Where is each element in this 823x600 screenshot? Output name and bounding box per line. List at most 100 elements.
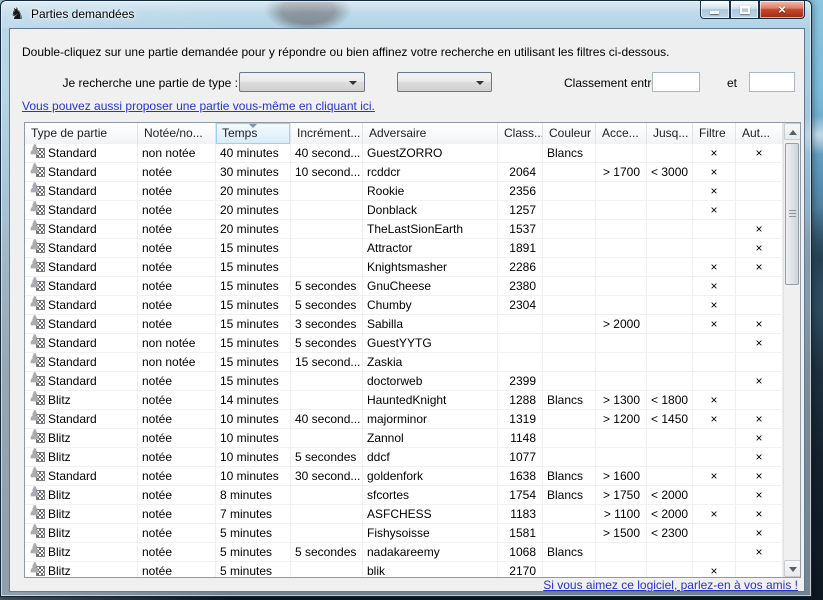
column-header-temps[interactable]: Temps <box>216 123 291 144</box>
cell-noteno: notée <box>138 467 216 485</box>
table-row[interactable]: ♟Blitznotée10 minutes5 secondesddcf1077× <box>25 448 785 467</box>
column-header-typedepartie[interactable]: Type de partie <box>25 123 138 144</box>
cell-jusq: < 2000 <box>647 505 693 523</box>
scroll-up-button[interactable] <box>784 123 801 140</box>
cell-acce <box>596 258 647 276</box>
cell-couleur <box>543 448 596 466</box>
column-header-label: Aut... <box>742 126 770 140</box>
rating-max-input[interactable] <box>749 72 795 92</box>
table-row[interactable]: ♟Standardnon notée15 minutes5 secondesGu… <box>25 334 785 353</box>
cell-noteno: notée <box>138 372 216 390</box>
table-row[interactable]: ♟Standardnotée20 minutesRookie2356× <box>25 182 785 201</box>
table-row[interactable]: ♟Standardnotée15 minutesdoctorweb2399× <box>25 372 785 391</box>
game-type-dropdown[interactable] <box>239 72 365 92</box>
table-row[interactable]: ♟Standardnotée20 minutesTheLastSionEarth… <box>25 220 785 239</box>
table-row[interactable]: ♟Blitznotée5 minutesblik2170× <box>25 562 785 578</box>
cell-class: 1754 <box>498 486 543 504</box>
cell-jusq <box>647 372 693 390</box>
cell-typedepartie: ♟Standard <box>25 258 138 276</box>
column-header-jusq[interactable]: Jusq... <box>647 123 693 144</box>
cell-class <box>498 353 543 371</box>
cell-temps: 10 minutes <box>216 467 291 485</box>
table-row[interactable]: ♟Standardnotée30 minutes10 second...rcdd… <box>25 163 785 182</box>
cell-temps: 15 minutes <box>216 239 291 257</box>
cell-noteno: notée <box>138 429 216 447</box>
column-header-incrment[interactable]: Incrément... <box>291 123 363 144</box>
table-row[interactable]: ♟Standardnotée10 minutes30 second...gold… <box>25 467 785 486</box>
table-row[interactable]: ♟Standardnotée15 minutes5 secondesChumby… <box>25 296 785 315</box>
scroll-down-button[interactable] <box>784 560 801 577</box>
column-header-adversaire[interactable]: Adversaire <box>363 123 498 144</box>
cell-couleur <box>543 524 596 542</box>
cell-temps: 7 minutes <box>216 505 291 523</box>
cell-couleur: Blancs <box>543 391 596 409</box>
column-header-noteno[interactable]: Notée/no... <box>138 123 216 144</box>
cell-temps: 5 minutes <box>216 524 291 542</box>
cell-aut <box>736 562 783 578</box>
column-header-label: Filtre <box>699 126 726 140</box>
cell-class: 1183 <box>498 505 543 523</box>
pawn-chessboard-icon: ♟ <box>29 469 45 483</box>
cell-typedepartie: ♟Blitz <box>25 429 138 447</box>
cell-class: 1077 <box>498 448 543 466</box>
cell-couleur <box>543 410 596 428</box>
share-link[interactable]: Si vous aimez ce logiciel, parlez-en à v… <box>543 578 798 592</box>
cell-typedepartie: ♟Standard <box>25 239 138 257</box>
rating-min-input[interactable] <box>652 72 700 92</box>
titlebar[interactable]: ♞ Parties demandées × <box>1 1 811 28</box>
cell-class: 2399 <box>498 372 543 390</box>
scrollbar-thumb[interactable] <box>785 143 799 285</box>
table-row[interactable]: ♟Blitznotée14 minutesHauntedKnight1288Bl… <box>25 391 785 410</box>
secondary-dropdown[interactable] <box>397 72 492 92</box>
table-row[interactable]: ♟Standardnon notée15 minutes15 second...… <box>25 353 785 372</box>
column-header-acce[interactable]: Acce... <box>596 123 647 144</box>
cell-typedepartie: ♟Standard <box>25 163 138 181</box>
cell-aut: × <box>736 448 783 466</box>
cell-typedepartie: ♟Standard <box>25 410 138 428</box>
minimize-button[interactable] <box>700 1 730 19</box>
table-row[interactable]: ♟Standardnon notée40 minutes40 second...… <box>25 144 785 163</box>
cell-couleur: Blancs <box>543 144 596 162</box>
cell-couleur <box>543 353 596 371</box>
table-row[interactable]: ♟Standardnotée20 minutesDonblack1257× <box>25 201 785 220</box>
column-header-filtre[interactable]: Filtre <box>693 123 736 144</box>
close-button[interactable]: × <box>759 1 805 19</box>
table-row[interactable]: ♟Standardnotée10 minutes40 second...majo… <box>25 410 785 429</box>
table-row[interactable]: ♟Blitznotée8 minutessfcortes1754Blancs> … <box>25 486 785 505</box>
cell-filtre: × <box>693 201 736 219</box>
cell-typedepartie: ♟Standard <box>25 467 138 485</box>
table-row[interactable]: ♟Standardnotée15 minutes5 secondesGnuChe… <box>25 277 785 296</box>
cell-incrment: 5 secondes <box>291 334 363 352</box>
column-header-class[interactable]: Class... <box>498 123 543 144</box>
table-row[interactable]: ♟Blitznotée10 minutesZannol1148× <box>25 429 785 448</box>
cell-acce <box>596 543 647 561</box>
propose-game-link[interactable]: Vous pouvez aussi proposer une partie vo… <box>22 99 375 113</box>
cell-aut: × <box>736 410 783 428</box>
table-row[interactable]: ♟Standardnotée15 minutesAttractor1891× <box>25 239 785 258</box>
cell-acce <box>596 296 647 314</box>
table-row[interactable]: ♟Blitznotée5 minutesFishysoisse1581> 150… <box>25 524 785 543</box>
cell-jusq <box>647 296 693 314</box>
cell-aut <box>736 353 783 371</box>
column-header-aut[interactable]: Aut... <box>736 123 783 144</box>
pawn-chessboard-icon: ♟ <box>29 393 45 407</box>
maximize-button[interactable] <box>730 1 759 19</box>
column-header-couleur[interactable]: Couleur <box>543 123 596 144</box>
pawn-chessboard-icon: ♟ <box>29 260 45 274</box>
cell-adversaire: ddcf <box>363 448 498 466</box>
cell-temps: 10 minutes <box>216 410 291 428</box>
cell-incrment <box>291 239 363 257</box>
cell-jusq <box>647 144 693 162</box>
cell-typedepartie: ♟Blitz <box>25 524 138 542</box>
table-row[interactable]: ♟Standardnotée15 minutes3 secondesSabill… <box>25 315 785 334</box>
cell-filtre <box>693 353 736 371</box>
table-row[interactable]: ♟Blitznotée5 minutes5 secondesnadakareem… <box>25 543 785 562</box>
cell-acce <box>596 277 647 295</box>
cell-filtre <box>693 239 736 257</box>
table-row[interactable]: ♟Standardnotée15 minutesKnightsmasher228… <box>25 258 785 277</box>
vertical-scrollbar[interactable] <box>783 123 800 577</box>
cell-incrment: 10 second... <box>291 163 363 181</box>
cell-temps: 10 minutes <box>216 448 291 466</box>
table-row[interactable]: ♟Blitznotée7 minutesASFCHESS1183> 1100< … <box>25 505 785 524</box>
cell-incrment <box>291 505 363 523</box>
